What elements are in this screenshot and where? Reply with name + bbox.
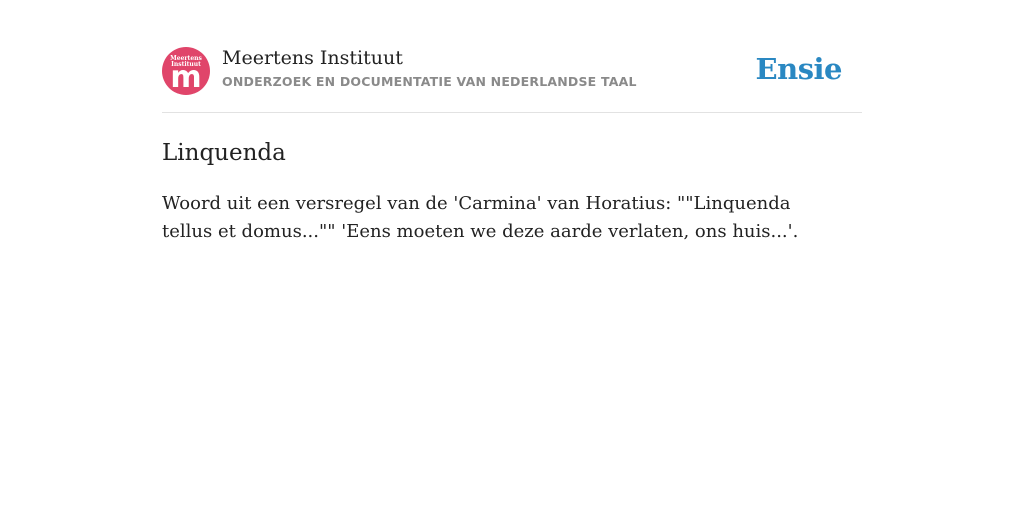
meertens-logo-icon[interactable]: Meertens Instituut m xyxy=(162,47,210,95)
entry-title: Linquenda xyxy=(162,140,286,166)
site-header: Meertens Instituut m Meertens Instituut … xyxy=(162,0,862,113)
brand-tagline: ONDERZOEK EN DOCUMENTATIE VAN NEDERLANDS… xyxy=(222,74,637,89)
page-container: Meertens Instituut m Meertens Instituut … xyxy=(162,0,862,242)
entry-definition: Woord uit een versregel van de 'Carmina'… xyxy=(162,193,799,242)
brand-name[interactable]: Meertens Instituut xyxy=(222,46,637,70)
ensie-link[interactable]: Ensie xyxy=(756,52,843,86)
brand: Meertens Instituut ONDERZOEK EN DOCUMENT… xyxy=(222,46,637,90)
logo-letter: m xyxy=(170,60,202,95)
